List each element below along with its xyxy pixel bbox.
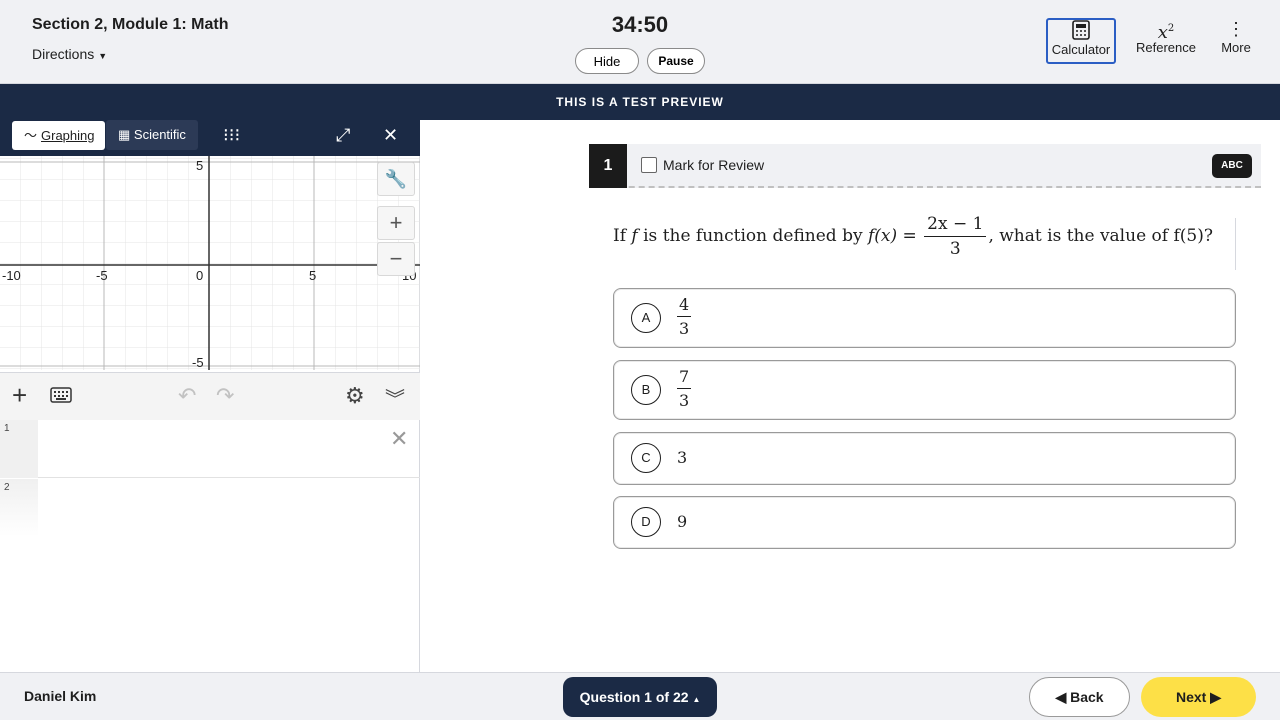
x-tick-label: 5 [309, 268, 316, 283]
expression-number: 2 [0, 479, 38, 537]
option-denominator: 3 [679, 391, 690, 410]
divider [1235, 218, 1236, 270]
graph-canvas[interactable]: -10 -5 0 5 10 5 -5 🔧 + − [0, 156, 420, 370]
collapse-chevrons-icon[interactable]: ︾ [385, 383, 405, 412]
checkbox[interactable] [641, 157, 657, 173]
directions-label: Directions [32, 46, 95, 62]
option-letter: B [631, 375, 661, 405]
calculator-header: 〜 Graphing ▦ Scientific ⁝⁝⁝ ⤢ ✕ [0, 120, 420, 156]
tab-graphing[interactable]: 〜 Graphing [12, 121, 105, 150]
option-value: 73 [677, 367, 692, 410]
expression-row[interactable]: 1 ✕ [0, 420, 420, 478]
mark-for-review-label: Mark for Review [663, 157, 765, 173]
calculator-icon [1048, 20, 1114, 42]
answer-eliminator-button[interactable]: ABC [1212, 154, 1252, 178]
zoom-in-button[interactable]: + [377, 206, 415, 240]
back-label: Back [1070, 689, 1104, 705]
calculator-panel: 〜 Graphing ▦ Scientific ⁝⁝⁝ ⤢ ✕ -10 -5 0 … [0, 120, 420, 672]
expression-number: 1 [0, 420, 38, 478]
option-numerator: 4 [677, 295, 692, 317]
graph-grid: -10 -5 0 5 10 5 -5 [0, 156, 420, 370]
option-letter: D [631, 507, 661, 537]
question-fx: f(x) = [867, 226, 917, 246]
directions-button[interactable]: Directions ▼ [32, 46, 107, 62]
question-text-pre: If [613, 226, 632, 246]
question-area: 1 Mark for Review ABC If f is the functi… [420, 120, 1280, 672]
undo-icon[interactable]: ↶ [178, 383, 196, 409]
redo-icon[interactable]: ↷ [216, 383, 234, 409]
option-value: 3 [677, 448, 688, 467]
vertical-dots-icon: ⋮ [1227, 19, 1245, 39]
reference-tool-button[interactable]: x2 Reference [1134, 18, 1198, 64]
mark-for-review-toggle[interactable]: Mark for Review [641, 157, 764, 173]
chevron-up-icon: ▲ [692, 695, 701, 704]
question-text-mid: is the function defined by [637, 226, 868, 246]
zoom-out-button[interactable]: − [377, 242, 415, 276]
question-text: If f is the function defined by f(x) = 2… [613, 214, 1241, 259]
next-label: Next [1175, 689, 1207, 705]
x-tick-label: -10 [2, 268, 21, 283]
keyboard-icon[interactable] [50, 387, 72, 408]
option-letter: C [631, 443, 661, 473]
reference-label: Reference [1136, 40, 1196, 55]
option-denominator: 3 [679, 319, 690, 338]
fraction-numerator: 2x − 1 [924, 214, 987, 237]
chevron-down-icon: ▼ [98, 51, 108, 61]
back-button[interactable]: ◀ Back [1029, 677, 1130, 717]
question-navigator-button[interactable]: Question 1 of 22 ▲ [563, 677, 717, 717]
graph-wave-icon: 〜 [24, 128, 38, 143]
answer-option-a[interactable]: A 43 [613, 288, 1236, 348]
next-arrow-icon: ▶ [1206, 689, 1221, 705]
y-tick-label: -5 [192, 355, 204, 370]
calculator-tool-button[interactable]: Calculator [1046, 18, 1116, 64]
option-value: 43 [677, 295, 692, 338]
question-fraction: 2x − 13 [924, 214, 987, 259]
close-icon[interactable]: ✕ [383, 124, 398, 146]
next-button[interactable]: Next ▶ [1141, 677, 1256, 717]
top-bar: Section 2, Module 1: Math Directions ▼ 34… [0, 0, 1280, 84]
student-name: Daniel Kim [24, 688, 97, 704]
test-preview-banner: THIS IS A TEST PREVIEW [0, 84, 1280, 120]
x-tick-label: 0 [196, 268, 203, 283]
answer-option-c[interactable]: C 3 [613, 432, 1236, 485]
drag-handle-icon[interactable]: ⁝⁝⁝ [223, 124, 240, 146]
x-squared-icon: x2 [1157, 22, 1175, 43]
y-tick-label: 5 [196, 158, 203, 173]
question-text-post: , what is the value of f(5)? [988, 226, 1213, 246]
wrench-icon[interactable]: 🔧 [377, 162, 415, 196]
answer-option-b[interactable]: B 73 [613, 360, 1236, 420]
option-value: 9 [677, 512, 688, 531]
x-tick-label: -5 [96, 268, 108, 283]
pause-button[interactable]: Pause [647, 48, 705, 74]
tab-graphing-label: Graphing [41, 128, 95, 143]
question-number: 1 [589, 144, 627, 188]
expression-row[interactable]: 2 [0, 479, 420, 537]
option-letter: A [631, 303, 661, 333]
hide-timer-button[interactable]: Hide [575, 48, 639, 74]
expand-icon[interactable]: ⤢ [336, 124, 350, 146]
fraction-denominator: 3 [949, 239, 961, 259]
settings-gear-icon[interactable]: ⚙ [345, 383, 365, 409]
more-label: More [1221, 40, 1251, 55]
back-arrow-icon: ◀ [1055, 689, 1071, 705]
delete-expression-icon[interactable]: ✕ [390, 426, 408, 452]
question-navigator-label: Question 1 of 22 [579, 689, 689, 705]
tab-scientific-label: Scientific [133, 127, 186, 142]
expression-list: 1 ✕ 2 [0, 420, 420, 672]
add-expression-icon[interactable]: + [12, 381, 27, 409]
tab-scientific[interactable]: ▦ Scientific [106, 120, 198, 150]
footer-bar: Daniel Kim Question 1 of 22 ▲ ◀ Back Nex… [0, 672, 1280, 720]
expression-toolbar: + ↶ ↷ ⚙ ︾ [0, 372, 420, 420]
more-tool-button[interactable]: ⋮ More [1214, 18, 1258, 64]
calculator-small-icon: ▦ [118, 127, 134, 142]
answer-option-d[interactable]: D 9 [613, 496, 1236, 549]
option-numerator: 7 [677, 367, 692, 389]
calculator-label: Calculator [1051, 42, 1111, 57]
